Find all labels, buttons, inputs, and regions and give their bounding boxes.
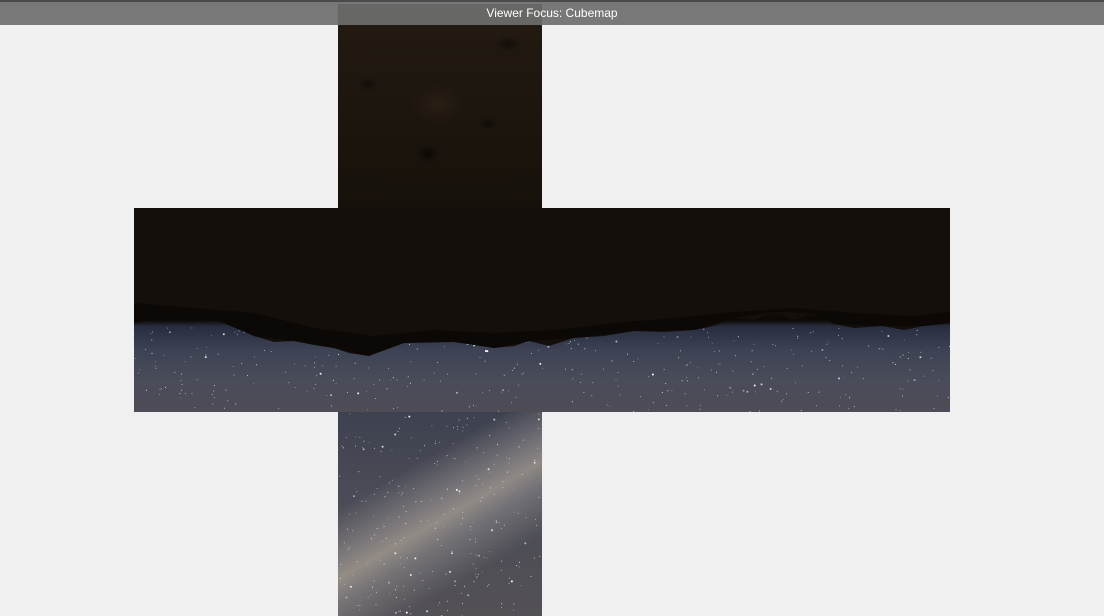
mountain-ridge [134,208,950,356]
viewer-title: Viewer Focus: Cubemap [486,6,618,20]
cubemap-face-top [338,4,542,208]
cubemap-face-bottom [338,412,542,616]
cubemap-viewer[interactable]: Viewer Focus: Cubemap [0,0,1104,616]
viewer-title-bar: Viewer Focus: Cubemap [0,0,1104,25]
stars-layer [339,413,541,616]
